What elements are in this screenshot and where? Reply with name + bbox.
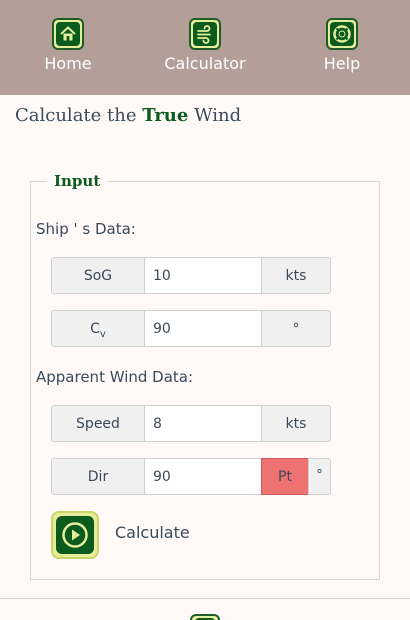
footer-divider [0,598,410,599]
footer-app-icon [190,614,220,620]
input-legend: Input [54,172,101,190]
ship-data-heading: Ship ' s Data: [36,220,136,238]
dir-input[interactable] [144,458,262,495]
calculate-button[interactable] [51,511,99,559]
top-navbar: Home Calculator Help [0,0,410,95]
lifebuoy-icon [326,18,358,50]
dir-unit: ° [308,458,331,495]
speed-label: Speed [51,405,145,442]
wind-icon [189,18,221,50]
calculate-label[interactable]: Calculate [115,523,190,542]
nav-item-help[interactable]: Help [287,18,397,73]
title-suffix: Wind [188,105,242,126]
nav-label-help: Help [323,54,361,73]
sog-label: SoG [51,257,145,294]
title-prefix: Calculate the [15,105,143,126]
nav-label-home: Home [44,54,92,73]
home-icon [52,18,84,50]
page-title: Calculate the True Wind [15,105,241,126]
nav-label-calculator: Calculator [164,54,246,73]
wind-data-heading: Apparent Wind Data: [36,368,194,386]
sog-unit: kts [261,257,331,294]
nav-item-home[interactable]: Home [13,18,123,73]
nav-item-calculator[interactable]: Calculator [150,18,260,73]
title-emphasis: True [142,105,189,126]
sog-input[interactable] [144,257,262,294]
dir-label: Dir [51,458,145,495]
course-label: Cv [51,310,145,347]
speed-unit: kts [261,405,331,442]
course-label-sub: v [99,328,106,340]
course-label-main: C [90,321,100,337]
port-toggle[interactable]: Pt [261,458,309,495]
course-unit: ° [261,310,331,347]
speed-input[interactable] [144,405,262,442]
play-icon [62,522,88,548]
course-input[interactable] [144,310,262,347]
